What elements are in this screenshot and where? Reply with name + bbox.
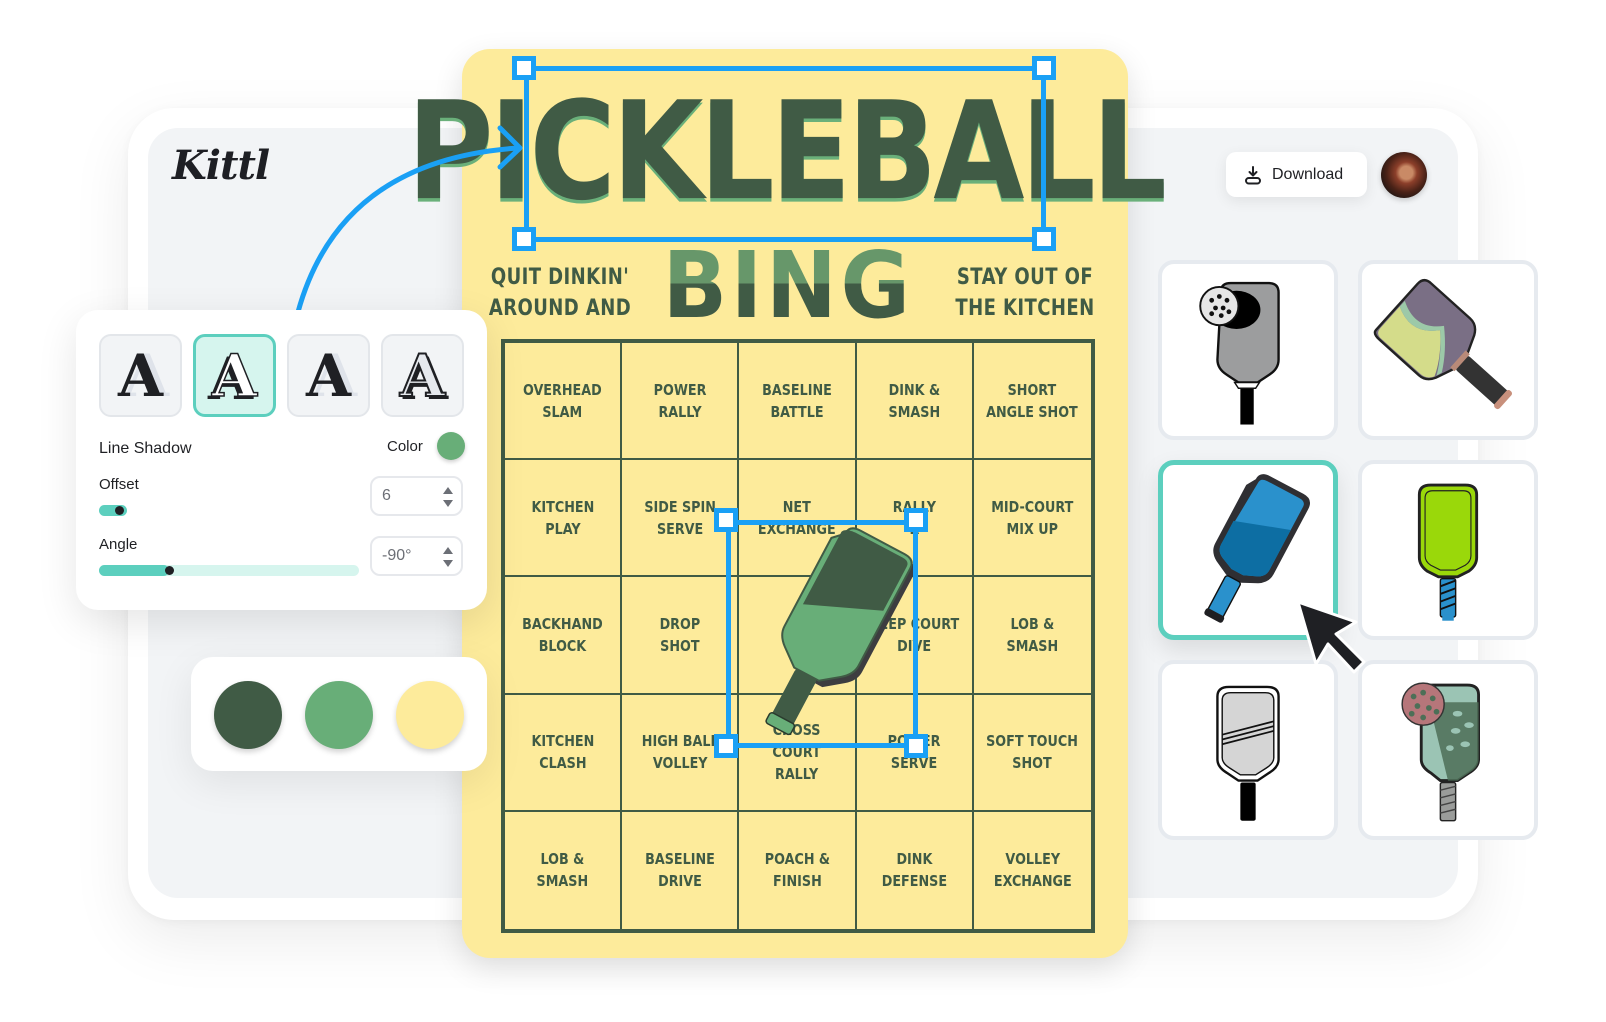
resize-handle-bottom-right[interactable] [1032,227,1056,251]
bingo-cell[interactable]: KITCHEN CLASH [505,694,623,812]
bingo-cell-label: HIGH BALL VOLLEY [641,732,719,773]
paddle-handle-top-right[interactable] [904,508,928,532]
color-label: Color [387,438,423,455]
bingo-cell-label: DINK DEFENSE [881,850,947,891]
kittl-logo[interactable]: Kittl [172,142,270,189]
bingo-cell[interactable]: BASELINE BATTLE [739,343,857,461]
bingo-cell[interactable]: DROP SHOT [622,577,740,695]
bingo-cell-label: LOB & SMASH [536,850,589,891]
letter-a-drop-shadow-icon: A A [305,341,357,410]
title-selection-box[interactable] [524,66,1046,242]
bingo-cell-label: KITCHEN CLASH [531,732,594,773]
mouse-cursor-icon [1296,600,1366,674]
angle-slider[interactable] [99,565,359,576]
bingo-cell-label: POWER RALLY [653,380,707,421]
outline-style-option[interactable]: A A [381,334,464,417]
bingo-cell[interactable]: DINK DEFENSE [857,811,974,929]
bingo-cell[interactable]: BACKHAND BLOCK [505,577,623,695]
bingo-cell-label: MID-COURT MIX UP [991,497,1074,538]
bingo-cell-label: KITCHEN PLAY [531,497,594,538]
striped-paddle-icon [1216,685,1280,821]
paddle-handle-bottom-left[interactable] [714,734,738,758]
bingo-cell-label: OVERHEAD SLAM [523,380,602,421]
right-tagline[interactable]: STAY OUT OF THE KITCHEN [951,262,1099,324]
paddle-selection-box[interactable] [726,520,918,748]
bingo-cell[interactable]: LOB & SMASH [505,811,623,929]
offset-number-input[interactable]: 6 [370,476,463,516]
bingo-cell[interactable]: SOFT TOUCH SHOT [973,695,1091,812]
bingo-cell[interactable]: KITCHEN PLAY [505,460,623,578]
bingo-cell-label: SOFT TOUCH SHOT [986,732,1079,773]
asset-gray-paddle-with-ball[interactable] [1158,260,1338,440]
poster-subtitle[interactable]: BINGO [663,238,986,333]
bingo-cell[interactable]: BASELINE DRIVE [622,811,740,929]
line-shadow-style-option[interactable]: A A [193,334,276,417]
download-button[interactable]: Download [1226,152,1367,197]
bingo-cell[interactable]: LOB & SMASH [973,577,1091,695]
download-icon [1245,165,1261,184]
bingo-cell-label: DROP SHOT [659,614,701,655]
bingo-cell-label: SIDE SPIN SERVE [643,497,716,538]
resize-handle-top-left[interactable] [512,56,536,80]
letter-a-shadow-icon: A A [117,341,169,410]
bingo-cell[interactable]: POWER RALLY [622,343,740,461]
shadow-color-picker[interactable] [437,432,465,460]
bingo-cell-label: LOB & SMASH [1006,614,1059,655]
purple-paddle-icon [1373,279,1513,410]
bingo-cell-label: BASELINE BATTLE [762,380,832,421]
asset-purple-wave-paddle[interactable] [1358,260,1538,440]
letter-a-outline-icon: A A [399,341,448,413]
swatch-pale-yellow[interactable] [396,681,464,749]
paddle-handle-top-left[interactable] [714,508,738,532]
offset-slider-thumb[interactable] [115,506,124,515]
bingo-cell-label: SHORT ANGLE SHOT [986,380,1079,421]
resize-handle-bottom-left[interactable] [512,227,536,251]
angle-slider-thumb[interactable] [165,566,175,575]
angle-number-input[interactable]: -90° [370,536,463,576]
asset-striped-gray-paddle[interactable] [1158,660,1338,840]
offset-stepper-icon[interactable] [443,487,453,507]
offset-slider[interactable] [99,505,127,516]
effect-name-label: Line Shadow [99,440,192,457]
asset-teal-paddle-with-ball[interactable] [1358,660,1538,840]
bingo-cell[interactable]: DINK & SMASH [856,343,974,461]
asset-lime-green-paddle[interactable] [1358,460,1538,640]
paddle-handle-bottom-right[interactable] [904,734,928,758]
bingo-cell-label: DINK & SMASH [888,380,940,421]
color-palette-panel [191,657,487,771]
resize-handle-top-right[interactable] [1032,56,1056,80]
angle-stepper-icon[interactable] [443,547,453,567]
left-tagline[interactable]: QUIT DINKIN' AROUND AND [486,262,634,324]
bingo-cell-label: BACKHAND BLOCK [522,614,603,655]
teal-paddle-icon [1401,682,1481,822]
bingo-cell-label: VOLLEY EXCHANGE [993,850,1072,891]
swatch-dark-green[interactable] [214,681,282,749]
bingo-cell[interactable]: MID-COURT MIX UP [973,460,1091,578]
bingo-cell[interactable]: SHORT ANGLE SHOT [973,343,1091,461]
bingo-cell-label: POACH & FINISH [764,850,830,891]
shadow-style-option-3[interactable]: A A [287,334,370,417]
bingo-cell[interactable]: VOLLEY EXCHANGE [974,812,1091,929]
swatch-medium-green[interactable] [305,681,373,749]
angle-label: Angle [99,536,138,553]
offset-label: Offset [99,476,139,493]
bingo-cell[interactable]: OVERHEAD SLAM [505,343,623,461]
gray-paddle-icon [1199,281,1280,425]
user-avatar[interactable] [1381,152,1427,198]
bingo-cell-label: BASELINE DRIVE [644,850,715,891]
download-label: Download [1272,165,1344,183]
bingo-cell[interactable]: POACH & FINISH [739,811,857,929]
lime-paddle-icon [1417,483,1479,621]
letter-a-line-shadow-icon: A A [207,341,258,413]
shadow-style-option-1[interactable]: A A [99,334,182,417]
